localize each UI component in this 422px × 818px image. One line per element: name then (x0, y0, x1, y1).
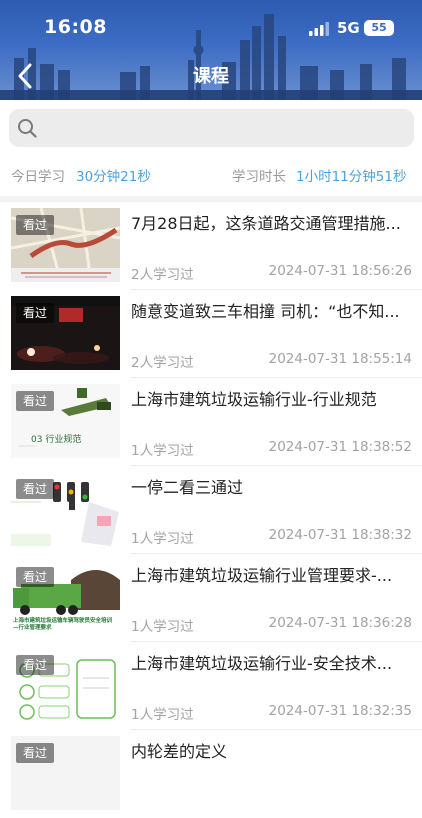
learner-count: 2人学习过 (131, 267, 194, 283)
course-title: 一停二看三通过 (131, 478, 244, 497)
learner-count: 1人学习过 (131, 619, 194, 635)
network-type: 5G (337, 19, 360, 37)
battery-icon: 55 (364, 20, 394, 36)
status-bar: 16:08 5G 55 (0, 0, 422, 50)
today-study-label: 今日学习 (11, 169, 65, 185)
course-item[interactable]: 看过 03 行业规范 上海市建筑垃圾运输行业-行业规范 1人学习过 2024-0… (0, 378, 422, 466)
course-item[interactable]: 看过 上海市建筑垃圾运输车辆驾驶员安全培训 —行业管理要求 上海市建筑垃圾运输行… (0, 554, 422, 642)
course-item[interactable]: 看过 7月28日起，这条道路交通管理措施... 2人学习过 2024-07-31… (0, 202, 422, 290)
course-item[interactable]: 看过 一停二看三通过 1人学习过 2024-07-31 18:38:32 (0, 466, 422, 554)
course-title: 7月28日起，这条道路交通管理措施... (131, 214, 401, 233)
course-title: 上海市建筑垃圾运输行业管理要求-... (131, 566, 393, 585)
course-item[interactable]: 看过 随意变道致三车相撞 司机：“也不知... 2人学习过 2024-07-31… (0, 290, 422, 378)
learner-count: 1人学习过 (131, 531, 194, 547)
total-study-value: 1小时11分钟51秒 (296, 169, 407, 185)
course-thumbnail: 看过 (11, 736, 120, 810)
course-thumbnail: 看过 03 行业规范 (11, 384, 120, 458)
thumbnail-caption: 上海市建筑垃圾运输车辆驾驶员安全培训 —行业管理要求 (13, 618, 113, 631)
page-title: 课程 (193, 66, 229, 87)
course-title: 上海市建筑垃圾运输行业-行业规范 (131, 390, 377, 409)
course-thumbnail: 看过 (11, 296, 120, 370)
watched-badge: 看过 (16, 743, 54, 763)
search-input[interactable] (45, 109, 405, 147)
course-date: 2024-07-31 18:55:14 (268, 351, 412, 367)
course-date: 2024-07-31 18:56:26 (268, 263, 412, 279)
course-title: 上海市建筑垃圾运输行业-安全技术... (131, 654, 393, 673)
course-item[interactable]: 看过 内轮差的定义 (0, 730, 422, 818)
today-study-value: 30分钟21秒 (76, 169, 151, 185)
search-bar[interactable] (9, 109, 414, 147)
watched-badge: 看过 (16, 215, 54, 235)
course-date: 2024-07-31 18:38:52 (268, 439, 412, 455)
signal-icon (309, 22, 329, 36)
course-thumbnail: 看过 (11, 648, 120, 722)
course-date: 2024-07-31 18:32:35 (268, 703, 412, 719)
study-stats: 今日学习 30分钟21秒 学习时长 1小时11分钟51秒 (0, 163, 422, 187)
learner-count: 1人学习过 (131, 443, 194, 459)
course-item[interactable]: 看过 上海市建筑垃圾运输行业-安全技术... 1人学习过 2024-07-31 … (0, 642, 422, 730)
course-title: 内轮差的定义 (131, 742, 228, 761)
total-study-label: 学习时长 (232, 169, 286, 185)
app-header: 16:08 5G 55 课程 (0, 0, 422, 100)
course-thumbnail: 看过 上海市建筑垃圾运输车辆驾驶员安全培训 —行业管理要求 (11, 560, 120, 634)
watched-badge: 看过 (16, 655, 54, 675)
watched-badge: 看过 (16, 391, 54, 411)
watched-badge: 看过 (16, 567, 54, 587)
status-time: 16:08 (44, 16, 107, 38)
learner-count: 1人学习过 (131, 707, 194, 723)
learner-count: 2人学习过 (131, 355, 194, 371)
course-thumbnail: 看过 (11, 472, 120, 546)
course-title: 随意变道致三车相撞 司机：“也不知... (131, 302, 400, 321)
search-icon (18, 119, 37, 138)
course-date: 2024-07-31 18:36:28 (268, 615, 412, 631)
watched-badge: 看过 (16, 479, 54, 499)
thumbnail-caption: 03 行业规范 (31, 435, 82, 445)
watched-badge: 看过 (16, 303, 54, 323)
course-thumbnail: 看过 (11, 208, 120, 282)
course-date: 2024-07-31 18:38:32 (268, 527, 412, 543)
